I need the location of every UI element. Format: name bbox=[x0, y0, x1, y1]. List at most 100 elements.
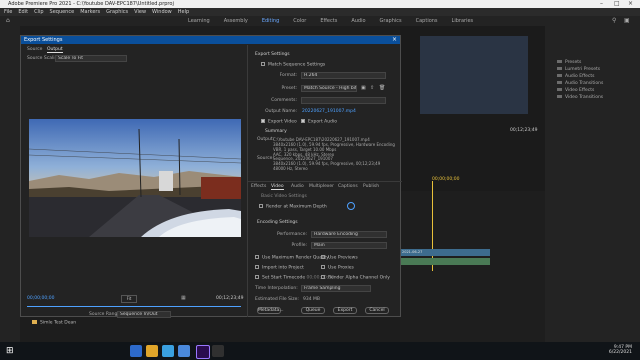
checkbox-label: Render at Maximum Depth bbox=[266, 204, 327, 210]
tab-multiplexer[interactable]: Multiplexer bbox=[309, 184, 334, 189]
source-range-dropdown[interactable]: Sequence In/Out bbox=[117, 311, 171, 318]
export-button[interactable]: Export bbox=[333, 307, 357, 314]
time-interpolation-dropdown[interactable]: Frame Sampling bbox=[301, 285, 371, 292]
queue-button[interactable]: Queue bbox=[301, 307, 325, 314]
checkbox-box[interactable] bbox=[255, 255, 259, 259]
match-sequence-checkbox[interactable]: Match Sequence Settings bbox=[261, 62, 325, 68]
menu-graphics[interactable]: Graphics bbox=[106, 9, 128, 15]
workspace-learning[interactable]: Learning bbox=[188, 18, 210, 24]
workspace-audio[interactable]: Audio bbox=[351, 18, 365, 24]
tab-video[interactable]: Video bbox=[271, 184, 284, 190]
dialog-title: Export Settings bbox=[24, 37, 63, 43]
tab-effects[interactable]: Effects bbox=[251, 184, 266, 189]
menu-view[interactable]: View bbox=[134, 9, 146, 15]
save-preset-icon[interactable]: ▣ bbox=[361, 85, 366, 91]
checkbox-box[interactable] bbox=[255, 265, 259, 269]
menu-file[interactable]: File bbox=[4, 9, 12, 15]
menu-edit[interactable]: Edit bbox=[18, 9, 28, 15]
effects-item-presets[interactable]: Presets bbox=[557, 60, 581, 65]
audio-clip[interactable] bbox=[400, 258, 490, 265]
comments-field[interactable] bbox=[301, 97, 386, 104]
search-icon[interactable]: ⚲ bbox=[612, 17, 616, 24]
source-scaling-dropdown[interactable]: Scale To Fit bbox=[55, 55, 127, 62]
menu-help[interactable]: Help bbox=[178, 9, 189, 15]
preset-dropdown[interactable]: Match Source - High bitrate bbox=[301, 85, 357, 92]
checkbox-box[interactable] bbox=[321, 265, 325, 269]
minimize-icon[interactable]: – bbox=[600, 0, 603, 7]
effects-item-audio-effects[interactable]: Audio Effects bbox=[557, 74, 595, 79]
monitor-frame bbox=[420, 36, 528, 114]
output-name-link[interactable]: 20220627_191007.mp4 bbox=[302, 109, 356, 114]
performance-dropdown[interactable]: Hardware Encoding bbox=[311, 231, 387, 238]
notifications-icon[interactable]: ▣ bbox=[624, 17, 630, 24]
workspace-captions[interactable]: Captions bbox=[416, 18, 438, 24]
effects-item-video-transitions[interactable]: Video Transitions bbox=[557, 95, 603, 100]
checkbox-box[interactable] bbox=[261, 62, 265, 66]
checkbox-box[interactable] bbox=[261, 119, 265, 123]
taskbar-app-icon[interactable] bbox=[130, 345, 142, 357]
delete-preset-icon[interactable]: 🗑 bbox=[379, 85, 385, 91]
taskbar-other-icon[interactable] bbox=[212, 345, 224, 357]
use-proxies-checkbox[interactable]: Use Proxies bbox=[321, 265, 354, 271]
bin-item[interactable]: Simle Test Dean bbox=[32, 320, 76, 326]
video-clip[interactable]: 2021-06-27 bbox=[400, 249, 490, 256]
workspace-editing[interactable]: Editing bbox=[262, 18, 279, 24]
effects-item-lumetri[interactable]: Lumetri Presets bbox=[557, 67, 600, 72]
range-bar[interactable] bbox=[27, 306, 241, 307]
effects-item-label: Video Effects bbox=[565, 88, 595, 93]
max-render-quality-checkbox[interactable]: Use Maximum Render Quality bbox=[255, 255, 329, 261]
menu-window[interactable]: Window bbox=[152, 9, 172, 15]
taskbar-premiere-icon[interactable] bbox=[196, 345, 210, 359]
import-into-project-checkbox[interactable]: Import into Project bbox=[255, 265, 304, 271]
tab-captions[interactable]: Captions bbox=[338, 184, 358, 189]
menu-clip[interactable]: Clip bbox=[34, 9, 43, 15]
workspace-color[interactable]: Color bbox=[293, 18, 306, 24]
workspace-assembly[interactable]: Assembly bbox=[224, 18, 248, 24]
render-alpha-checkbox[interactable]: Render Alpha Channel Only bbox=[321, 275, 390, 281]
metadata-button[interactable]: Metadata... bbox=[257, 307, 284, 314]
checkbox-label: Match Sequence Settings bbox=[268, 62, 326, 68]
checkbox-label: Export Audio bbox=[308, 119, 337, 125]
profile-dropdown[interactable]: Main bbox=[311, 242, 387, 249]
checkbox-label: Use Previews bbox=[328, 255, 358, 261]
effects-item-audio-transitions[interactable]: Audio Transitions bbox=[557, 81, 603, 86]
maximize-icon[interactable]: □ bbox=[614, 0, 620, 7]
render-max-depth-checkbox[interactable]: Render at Maximum Depth bbox=[259, 204, 327, 210]
workspace-effects[interactable]: Effects bbox=[320, 18, 337, 24]
cancel-button[interactable]: Cancel bbox=[365, 307, 389, 314]
tab-output[interactable]: Output bbox=[47, 47, 63, 53]
menu-sequence[interactable]: Sequence bbox=[50, 9, 75, 15]
effects-item-video-effects[interactable]: Video Effects bbox=[557, 88, 594, 93]
summary-source-text: Sequence, 20220627_191007 3840x2160 (1.0… bbox=[273, 156, 381, 171]
windows-start-icon[interactable]: ⊞ bbox=[6, 346, 16, 356]
export-audio-checkbox[interactable]: Export Audio bbox=[301, 119, 337, 125]
export-video-checkbox[interactable]: Export Video bbox=[261, 119, 297, 125]
taskbar-mail-icon[interactable] bbox=[178, 345, 190, 357]
safe-margins-icon[interactable]: ▦ bbox=[181, 295, 186, 301]
summary-output-label: Output: bbox=[257, 137, 275, 142]
out-timecode: 00;12;23;49 bbox=[216, 296, 244, 301]
tab-source[interactable]: Source bbox=[27, 47, 42, 52]
checkbox-box[interactable] bbox=[255, 275, 259, 279]
menu-markers[interactable]: Markers bbox=[80, 9, 100, 15]
use-previews-checkbox[interactable]: Use Previews bbox=[321, 255, 358, 261]
tab-audio[interactable]: Audio bbox=[291, 184, 304, 189]
checkbox-box[interactable] bbox=[321, 255, 325, 259]
system-clock[interactable]: 9:47 PM 6/22/2021 bbox=[609, 345, 632, 355]
tabs-divider bbox=[248, 181, 402, 182]
checkbox-box[interactable] bbox=[321, 275, 325, 279]
fit-dropdown[interactable]: Fit bbox=[121, 295, 137, 303]
format-dropdown[interactable]: H.264 bbox=[301, 72, 386, 79]
bin-icon bbox=[32, 320, 37, 324]
workspace-graphics[interactable]: Graphics bbox=[380, 18, 402, 24]
import-preset-icon[interactable]: ⇧ bbox=[370, 85, 374, 91]
checkbox-box[interactable] bbox=[301, 119, 305, 123]
close-icon[interactable]: × bbox=[628, 0, 633, 7]
checkbox-box[interactable] bbox=[259, 204, 263, 208]
tab-publish[interactable]: Publish bbox=[363, 184, 379, 189]
taskbar-explorer-icon[interactable] bbox=[146, 345, 158, 357]
dialog-close-icon[interactable]: × bbox=[392, 36, 397, 43]
home-icon[interactable]: ⌂ bbox=[6, 17, 10, 24]
taskbar-edge-icon[interactable] bbox=[162, 345, 174, 357]
workspace-libraries[interactable]: Libraries bbox=[452, 18, 474, 24]
